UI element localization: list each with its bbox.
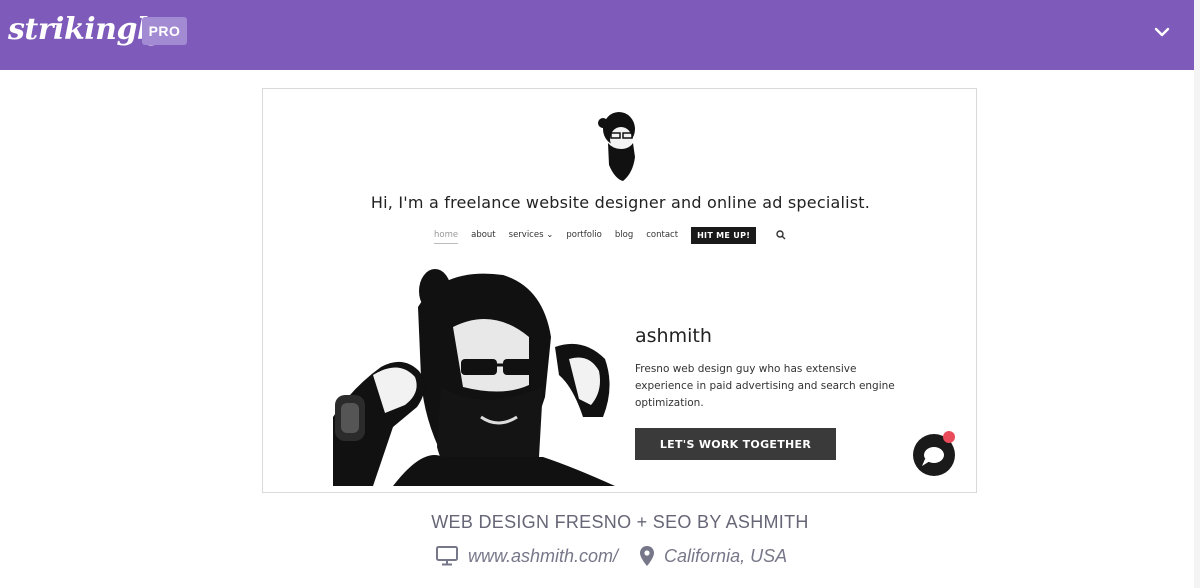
- hit-me-up-button[interactable]: HIT ME UP!: [691, 226, 757, 244]
- pro-badge: PRO: [142, 17, 187, 45]
- monitor-icon: [436, 546, 458, 566]
- scrollbar[interactable]: [1194, 0, 1200, 588]
- site-title[interactable]: WEB DESIGN FRESNO + SEO BY ASHMITH: [0, 512, 1200, 533]
- nav-services[interactable]: services ⌄: [509, 230, 554, 240]
- site-url-link[interactable]: www.ashmith.com/: [468, 546, 618, 567]
- search-icon[interactable]: [776, 230, 786, 240]
- profile-name: ashmith: [635, 325, 712, 347]
- site-meta: www.ashmith.com/ California, USA: [436, 543, 787, 569]
- top-bar: strikingly PRO: [0, 0, 1194, 70]
- nav-home[interactable]: home: [434, 230, 459, 244]
- nav-contact[interactable]: contact: [646, 230, 678, 240]
- site-preview[interactable]: Hi, I'm a freelance website designer and…: [262, 88, 977, 493]
- bearded-man-avatar: [598, 112, 635, 181]
- nav-blog[interactable]: blog: [615, 230, 633, 240]
- site-navigation: home about services ⌄ portfolio blog con…: [434, 225, 786, 245]
- expand-menu-button[interactable]: [1148, 18, 1176, 46]
- site-location: California, USA: [664, 545, 788, 566]
- hero-portrait-photo: [333, 267, 615, 486]
- lets-work-together-button[interactable]: LET'S WORK TOGETHER: [635, 428, 836, 460]
- profile-bio: Fresno web design guy who has extensive …: [635, 363, 895, 409]
- nav-about[interactable]: about: [471, 230, 496, 240]
- chevron-down-icon: [1154, 27, 1170, 37]
- nav-portfolio[interactable]: portfolio: [566, 230, 602, 240]
- location-pin-icon: [640, 546, 655, 566]
- chat-bubble-icon[interactable]: [911, 429, 959, 477]
- site-headline: Hi, I'm a freelance website designer and…: [370, 193, 871, 212]
